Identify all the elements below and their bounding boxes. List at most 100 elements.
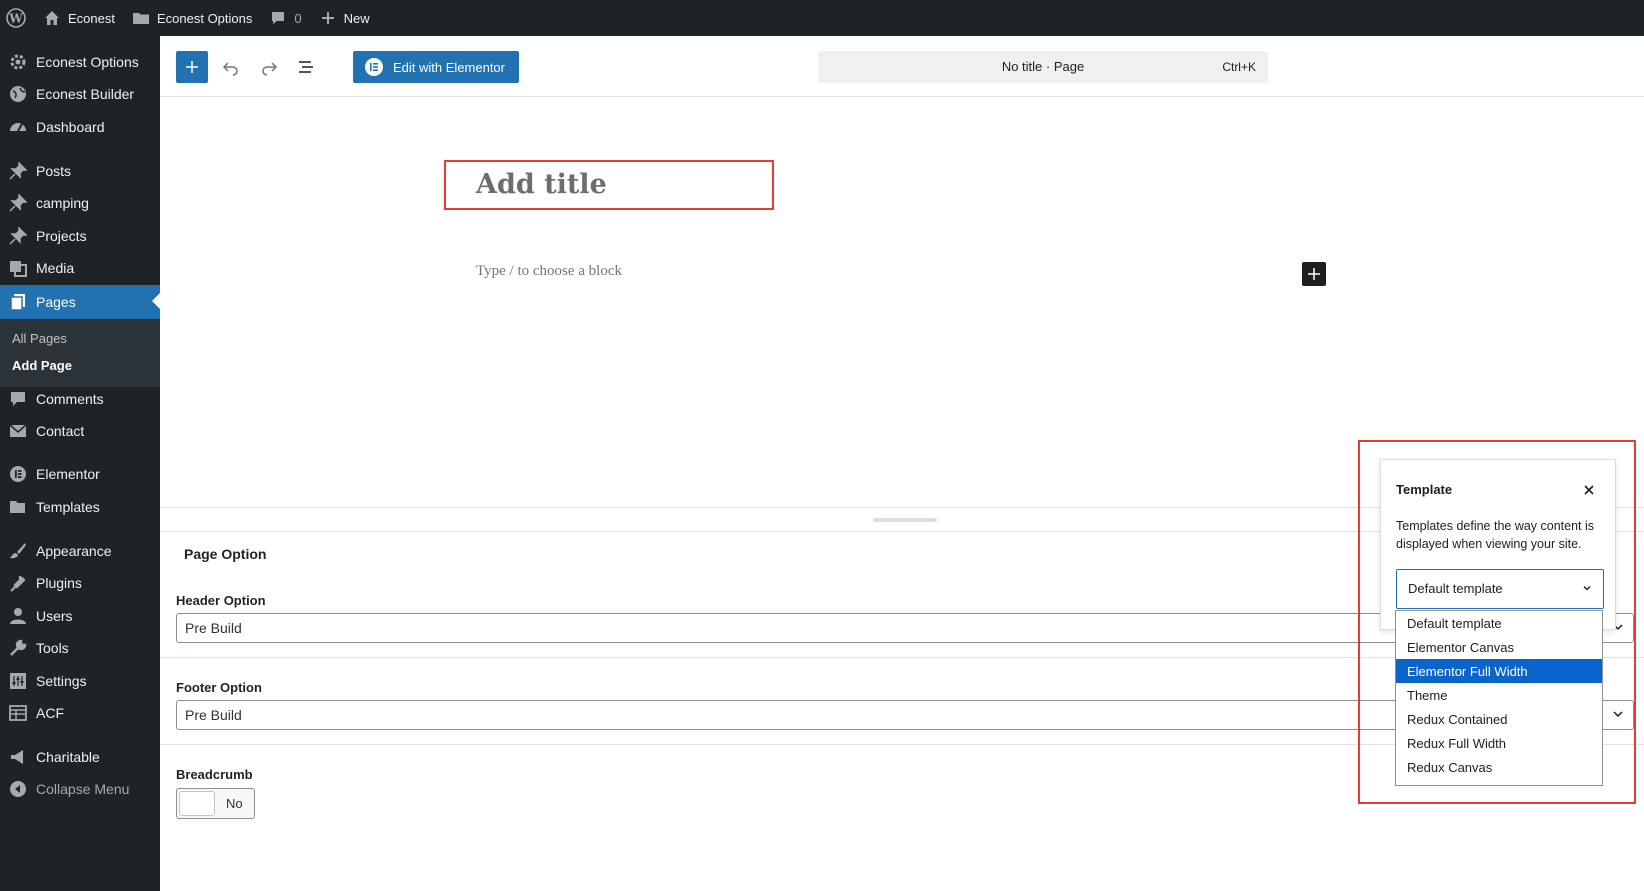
wrench-icon: [8, 638, 28, 658]
sidebar-item-media[interactable]: Media: [0, 252, 160, 284]
template-select[interactable]: Default template: [1396, 569, 1604, 609]
econest-options-label: Econest Options: [156, 10, 253, 26]
sidebar-item-label: Contact: [36, 423, 85, 439]
default-block-appender[interactable]: Type / to choose a block: [476, 263, 622, 280]
pages-icon: [8, 292, 28, 312]
sidebar-item-pages[interactable]: Pages: [0, 285, 160, 319]
admin-bar: W Econest Econest Options 0 New: [0, 0, 1644, 36]
plugin-icon: [8, 573, 28, 593]
sidebar-item-plugins[interactable]: Plugins: [0, 567, 160, 599]
template-option-redux-full-width[interactable]: Redux Full Width: [1396, 731, 1602, 755]
undo-button[interactable]: [215, 51, 247, 83]
sidebar-item-camping[interactable]: camping: [0, 187, 160, 219]
plus-icon: [1308, 268, 1320, 280]
popover-title: Template: [1396, 482, 1453, 497]
pin-icon: [8, 193, 28, 213]
sidebar-item-posts[interactable]: Posts: [0, 155, 160, 187]
collapse-icon: [8, 779, 28, 799]
sidebar-item-label: Dashboard: [36, 119, 105, 135]
admin-sidebar: Econest Options Econest Builder Dashboar…: [0, 36, 160, 891]
template-option-default[interactable]: Default template: [1396, 611, 1602, 635]
sidebar-item-label: Tools: [36, 640, 69, 656]
user-icon: [8, 606, 28, 626]
undo-icon: [222, 62, 238, 76]
footer-option-label: Footer Option: [176, 680, 262, 695]
comments-link[interactable]: 0: [260, 0, 309, 36]
command-palette-button[interactable]: No title · Page Ctrl+K: [818, 51, 1268, 83]
collapse-menu-button[interactable]: Collapse Menu: [0, 773, 160, 805]
sidebar-item-dashboard[interactable]: Dashboard: [0, 111, 160, 143]
close-button[interactable]: [1577, 478, 1601, 502]
sidebar-item-comments[interactable]: Comments: [0, 383, 160, 415]
template-option-redux-contained[interactable]: Redux Contained: [1396, 707, 1602, 731]
new-content-link[interactable]: New: [310, 0, 378, 36]
comments-count: 0: [294, 10, 302, 26]
sidebar-item-econest-builder[interactable]: Econest Builder: [0, 78, 160, 110]
sidebar-item-label: Plugins: [36, 575, 82, 591]
pin-icon: [8, 161, 28, 181]
header-option-label: Header Option: [176, 593, 266, 608]
brush-icon: [8, 541, 28, 561]
sidebar-item-label: Econest Options: [36, 54, 139, 70]
editor-toolbar: Edit with Elementor No title · Page Ctrl…: [160, 36, 1644, 97]
sidebar-item-projects[interactable]: Projects: [0, 220, 160, 252]
chevron-down-icon: [1581, 582, 1593, 597]
sidebar-item-label: camping: [36, 195, 89, 211]
site-name-label: Econest: [68, 10, 115, 26]
gear-icon: [8, 52, 28, 72]
mail-icon: [8, 421, 28, 441]
template-option-elementor-full-width[interactable]: Elementor Full Width: [1396, 659, 1602, 683]
breadcrumb-toggle-value: No: [226, 796, 243, 811]
post-title-input[interactable]: Add title: [476, 169, 607, 200]
sidebar-item-charitable[interactable]: Charitable: [0, 741, 160, 773]
toggle-knob: [179, 791, 215, 816]
sidebar-item-label: Elementor: [36, 466, 100, 482]
elementor-icon: [8, 464, 28, 484]
redo-icon: [262, 62, 278, 76]
footer-option-value: Pre Build: [185, 707, 242, 723]
svg-text:W: W: [8, 12, 23, 26]
sidebar-item-appearance[interactable]: Appearance: [0, 535, 160, 567]
sidebar-item-label: Charitable: [36, 749, 100, 765]
elementor-icon: [365, 58, 383, 76]
edit-with-elementor-button[interactable]: Edit with Elementor: [353, 51, 519, 83]
document-title: No title · Page: [1001, 59, 1085, 74]
sidebar-item-label: Media: [36, 260, 75, 276]
sidebar-item-label: Posts: [36, 163, 72, 179]
sidebar-item-econest-options[interactable]: Econest Options: [0, 46, 160, 78]
home-icon: [42, 8, 62, 28]
sidebar-item-label: Users: [36, 608, 73, 624]
sidebar-item-label: Collapse Menu: [36, 781, 130, 797]
header-option-value: Pre Build: [185, 620, 242, 636]
document-overview-button[interactable]: [290, 51, 322, 83]
settings-icon: [8, 671, 28, 691]
template-option-redux-canvas[interactable]: Redux Canvas: [1396, 755, 1602, 779]
sidebar-item-templates[interactable]: Templates: [0, 491, 160, 523]
econest-options-link[interactable]: Econest Options: [123, 0, 260, 36]
new-label: New: [343, 10, 370, 26]
sidebar-item-tools[interactable]: Tools: [0, 632, 160, 664]
keyboard-shortcut: Ctrl+K: [1222, 60, 1256, 74]
sidebar-item-acf[interactable]: ACF: [0, 697, 160, 729]
sidebar-item-elementor[interactable]: Elementor: [0, 458, 160, 490]
redo-button[interactable]: [253, 51, 285, 83]
breadcrumb-toggle[interactable]: No: [176, 788, 255, 819]
sidebar-item-contact[interactable]: Contact: [0, 415, 160, 447]
resize-handle[interactable]: [873, 518, 937, 522]
add-block-button[interactable]: [1302, 262, 1326, 286]
dashboard-icon: [8, 117, 28, 137]
sidebar-item-label: Appearance: [36, 543, 112, 559]
site-name-link[interactable]: Econest: [34, 0, 123, 36]
wordpress-logo-icon[interactable]: W: [0, 0, 34, 36]
template-dropdown-list: Default template Elementor Canvas Elemen…: [1395, 610, 1603, 786]
submenu-all-pages[interactable]: All Pages: [12, 331, 67, 346]
list-view-icon: [299, 61, 313, 73]
block-inserter-button[interactable]: [176, 51, 208, 83]
template-option-elementor-canvas[interactable]: Elementor Canvas: [1396, 635, 1602, 659]
submenu-add-page[interactable]: Add Page: [12, 358, 72, 373]
sidebar-item-settings[interactable]: Settings: [0, 665, 160, 697]
globe-icon: [8, 84, 28, 104]
template-option-theme[interactable]: Theme: [1396, 683, 1602, 707]
sidebar-item-users[interactable]: Users: [0, 600, 160, 632]
sidebar-item-label: ACF: [36, 705, 64, 721]
